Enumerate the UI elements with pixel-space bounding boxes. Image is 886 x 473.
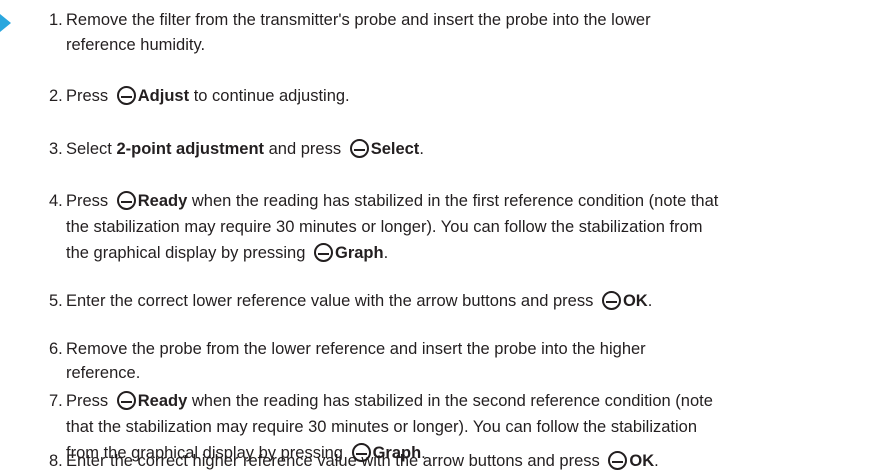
step-number: 2.: [49, 87, 63, 105]
step-line: reference humidity.: [66, 34, 866, 57]
step-text-run: Remove the filter from the transmitter's…: [66, 11, 651, 29]
keypad-button-icon: [116, 86, 136, 105]
step-text: Remove the filter from the transmitter's…: [66, 9, 866, 57]
step-number: 6.: [49, 340, 63, 358]
step-text-run: .: [654, 452, 659, 470]
step-text-run: and press: [264, 140, 346, 158]
step-text-run: Enter the correct higher reference value…: [66, 452, 605, 470]
keypad-button-icon: [116, 391, 136, 410]
step-line: that the stabilization may require 30 mi…: [66, 416, 866, 439]
keypad-button-icon: [608, 451, 628, 470]
step-text: Remove the probe from the lower referenc…: [66, 338, 866, 385]
step-text-run: Select: [66, 140, 117, 158]
step-line: Remove the filter from the transmitter's…: [66, 9, 866, 32]
step-text-run: that the stabilization may require 30 mi…: [66, 418, 698, 436]
step-line: Enter the correct lower reference value …: [66, 290, 866, 313]
step-text-run: reference.: [66, 364, 141, 382]
step-text: Select 2-point adjustment and press Sele…: [66, 138, 866, 161]
button-label: Graph: [334, 244, 384, 262]
step-line: Press Ready when the reading has stabili…: [66, 390, 866, 413]
step-text-run: reference humidity.: [66, 36, 206, 54]
procedure-document: 1. Remove the filter from the transmitte…: [0, 0, 886, 470]
step-line: the graphical display by pressing Graph.: [66, 242, 866, 265]
keypad-button-icon: [601, 291, 621, 310]
step-line: the stabilization may require 30 minutes…: [66, 216, 866, 239]
step-line: Press Adjust to continue adjusting.: [66, 85, 866, 108]
button-label: Select: [370, 140, 420, 158]
keypad-button-icon: [349, 139, 369, 158]
button-label: Ready: [137, 392, 188, 410]
step-line: Press Ready when the reading has stabili…: [66, 190, 866, 213]
procedure-marker-icon: [0, 14, 11, 32]
button-label: OK: [629, 452, 655, 470]
button-label: OK: [622, 292, 648, 310]
step-line: Remove the probe from the lower referenc…: [66, 338, 866, 361]
keypad-button-icon: [116, 191, 136, 210]
button-label: Ready: [137, 192, 188, 210]
step-number: 3.: [49, 140, 63, 158]
keypad-button-icon: [313, 243, 333, 262]
step-number: 4.: [49, 192, 63, 210]
step-text-run: Enter the correct lower reference value …: [66, 292, 598, 310]
button-label: Adjust: [137, 87, 190, 105]
button-label: 2-point adjustment: [116, 140, 265, 158]
step-line: Select 2-point adjustment and press Sele…: [66, 138, 866, 161]
step-text-run: the stabilization may require 30 minutes…: [66, 218, 703, 236]
step-text-run: Press: [66, 192, 113, 210]
step-text-run: the graphical display by pressing: [66, 244, 310, 262]
step-text-run: when the reading has stabilized in the s…: [187, 392, 713, 410]
step-text-run: Remove the probe from the lower referenc…: [66, 340, 646, 358]
step-number: 5.: [49, 292, 63, 310]
step-text-run: Press: [66, 87, 113, 105]
step-number: 1.: [49, 11, 63, 29]
step-text-run: when the reading has stabilized in the f…: [187, 192, 719, 210]
step-text-run: .: [647, 292, 653, 310]
step-number: 7.: [49, 392, 63, 410]
step-line: reference.: [66, 362, 866, 385]
step-text-run: Press: [66, 392, 113, 410]
step-text-run: .: [419, 140, 424, 158]
step-text-run: to continue adjusting.: [189, 87, 350, 105]
step-text-run: .: [383, 244, 389, 262]
step-text: Press Ready when the reading has stabili…: [66, 190, 866, 265]
step-text: Press Adjust to continue adjusting.: [66, 85, 866, 108]
step-text: Enter the correct lower reference value …: [66, 290, 866, 313]
